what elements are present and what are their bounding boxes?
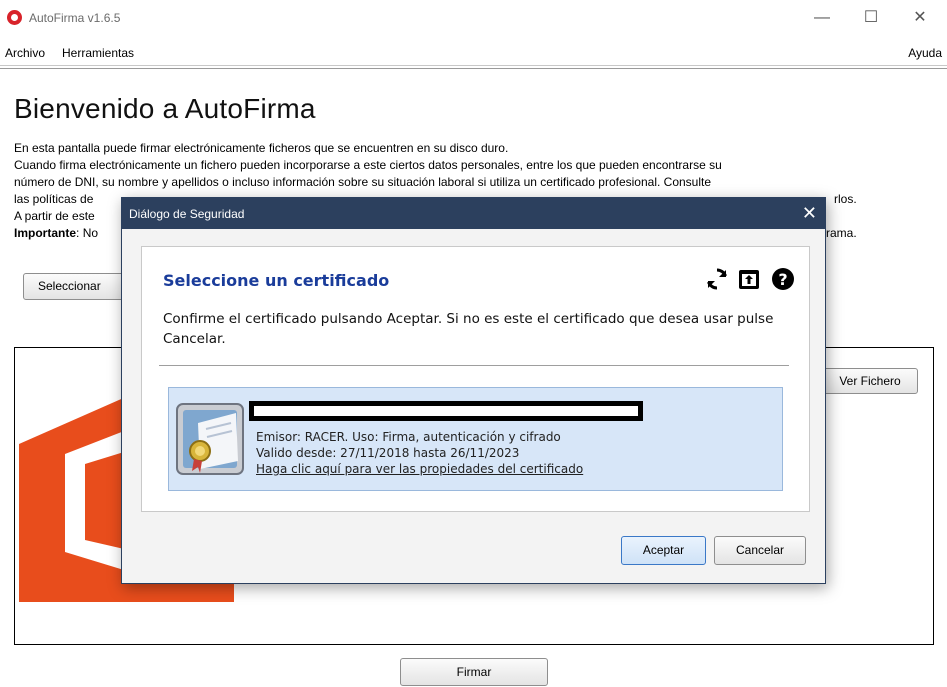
menu-ayuda[interactable]: Ayuda (908, 46, 942, 60)
close-window-button[interactable]: ✕ (905, 5, 935, 31)
svg-text:?: ? (778, 270, 787, 289)
dialog-titlebar: Diálogo de Seguridad ✕ (122, 198, 825, 229)
certificate-issuer: Emisor: RACER. Uso: Firma, autenticación… (256, 430, 561, 444)
dialog-title: Diálogo de Seguridad (129, 207, 245, 221)
dialog-content-panel: Seleccione un certificado ? Confirme el … (141, 246, 810, 512)
menu-archivo[interactable]: Archivo (5, 46, 45, 60)
refresh-icon[interactable] (705, 267, 729, 291)
menu-herramientas[interactable]: Herramientas (62, 46, 134, 60)
dialog-close-button[interactable]: ✕ (802, 203, 817, 223)
accept-button[interactable]: Aceptar (621, 536, 706, 565)
intro-line-tail: rama. (826, 226, 857, 240)
ver-fichero-button[interactable]: Ver Fichero (822, 368, 918, 394)
minimize-button[interactable]: — (807, 5, 837, 31)
dialog-separator (159, 365, 789, 366)
certificate-name-redacted (249, 401, 643, 421)
window-titlebar: AutoFirma v1.6.5 — ☐ ✕ (0, 0, 947, 40)
intro-line: número de DNI, su nombre y apellidos o i… (14, 175, 712, 189)
menu-divider (0, 68, 947, 69)
intro-line-tail: rlos. (834, 192, 857, 206)
maximize-button[interactable]: ☐ (856, 5, 886, 31)
export-certificate-icon[interactable] (737, 267, 761, 291)
help-icon[interactable]: ? (771, 267, 795, 291)
certificate-item[interactable]: Emisor: RACER. Uso: Firma, autenticación… (168, 387, 783, 491)
menu-bar: Archivo Herramientas Ayuda (0, 40, 947, 66)
firmar-button[interactable]: Firmar (400, 658, 548, 686)
select-file-button[interactable]: Seleccionar (23, 273, 133, 300)
page-title: Bienvenido a AutoFirma (14, 93, 316, 124)
certificate-icon (176, 403, 244, 475)
intro-line: En esta pantalla puede firmar electrónic… (14, 141, 509, 155)
autofirma-logo-icon (7, 10, 22, 25)
dialog-heading: Seleccione un certificado (163, 271, 390, 290)
window-title: AutoFirma v1.6.5 (29, 11, 121, 25)
certificate-validity: Valido desde: 27/11/2018 hasta 26/11/202… (256, 446, 520, 460)
cancel-button[interactable]: Cancelar (714, 536, 806, 565)
important-label: Importante (14, 226, 77, 240)
security-dialog: Diálogo de Seguridad ✕ Seleccione un cer… (121, 197, 826, 584)
dialog-message: Confirme el certificado pulsando Aceptar… (163, 311, 774, 347)
intro-line: Cuando firma electrónicamente un fichero… (14, 158, 722, 172)
certificate-properties-link[interactable]: Haga clic aquí para ver las propiedades … (256, 462, 583, 476)
